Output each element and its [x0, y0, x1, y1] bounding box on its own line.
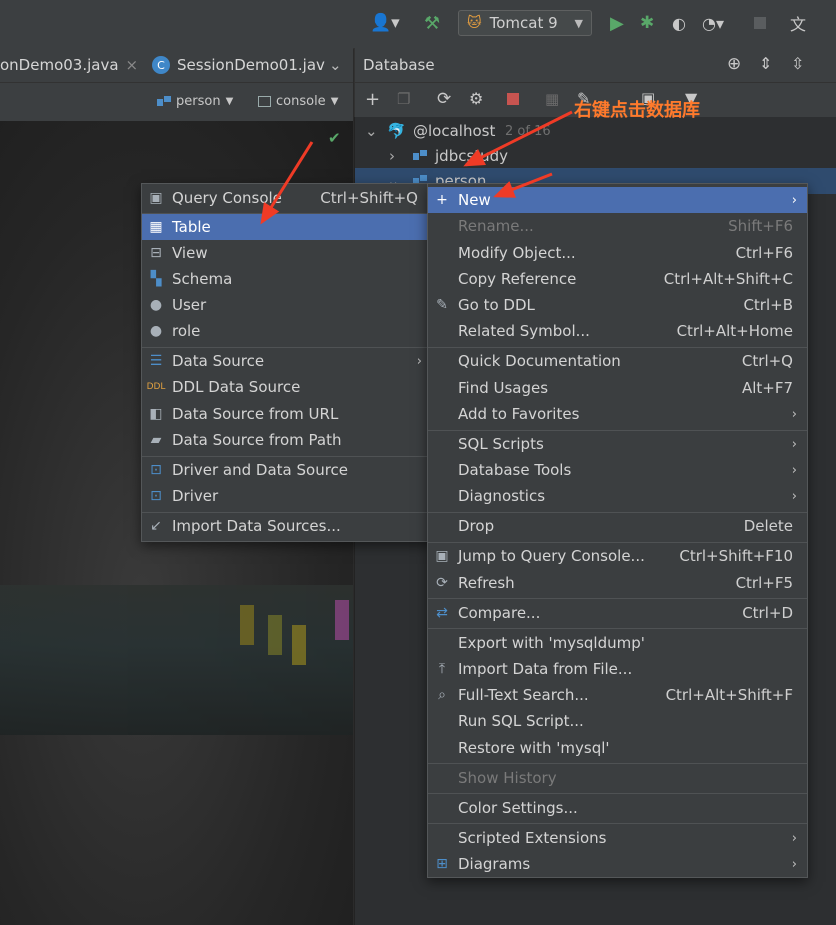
arrow-to-person: [463, 110, 573, 167]
annotation-arrows: [260, 110, 573, 225]
arrow-to-new: [493, 172, 553, 198]
arrow-to-table: [260, 141, 314, 225]
